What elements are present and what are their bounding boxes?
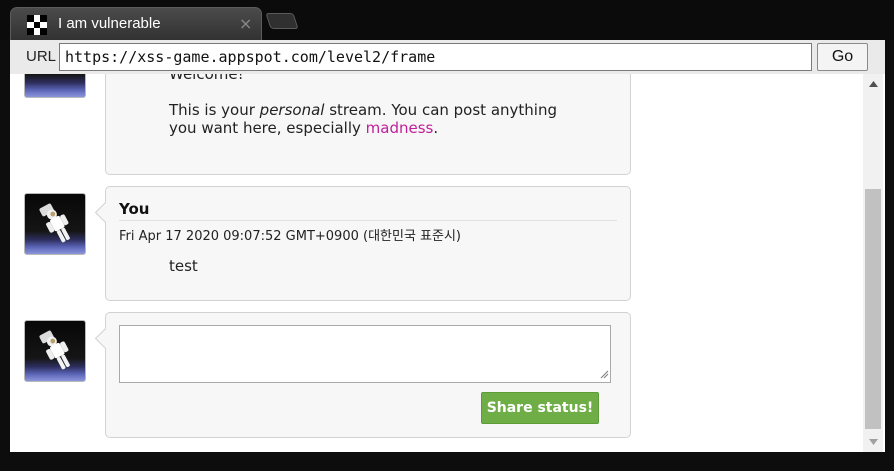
- post-message: test: [169, 257, 198, 275]
- divider: [119, 220, 617, 221]
- post-author: You: [119, 200, 150, 218]
- speech-arrow: [94, 201, 117, 224]
- speech-arrow: [94, 327, 117, 350]
- scroll-down-arrow-icon[interactable]: [863, 432, 883, 452]
- madness-link[interactable]: madness: [366, 119, 434, 137]
- post-welcome: Welcome! This is your personal stream. Y…: [105, 74, 631, 175]
- status-input[interactable]: [119, 325, 611, 383]
- go-button[interactable]: Go: [817, 43, 868, 71]
- tab-strip: I am vulnerable ×: [0, 0, 894, 40]
- post-you: You Fri Apr 17 2020 09:07:52 GMT+0900 (대…: [94, 186, 631, 301]
- scroll-up-arrow-icon[interactable]: [863, 74, 883, 94]
- avatar: [24, 74, 86, 98]
- astronaut-icon: [39, 203, 70, 243]
- url-bar: URL Go: [10, 40, 885, 74]
- window-bottom-border: [0, 452, 894, 471]
- page-frame: Welcome! This is your personal stream. Y…: [10, 74, 885, 452]
- share-status-button[interactable]: Share status!: [481, 392, 599, 424]
- post-timestamp: Fri Apr 17 2020 09:07:52 GMT+0900 (대한민국 …: [119, 229, 461, 244]
- browser-tab[interactable]: I am vulnerable ×: [10, 7, 262, 40]
- url-label: URL: [26, 48, 57, 65]
- post-message: Welcome! This is your personal stream. Y…: [169, 74, 589, 155]
- resize-grip-icon[interactable]: [599, 369, 609, 379]
- astronaut-icon: [39, 330, 70, 370]
- avatar: [24, 193, 86, 255]
- avatar: [24, 320, 86, 382]
- tab-title: I am vulnerable: [58, 15, 161, 32]
- post-composer: Share status!: [94, 312, 631, 438]
- checkerboard-icon: [27, 15, 47, 35]
- close-icon[interactable]: ×: [239, 14, 252, 33]
- welcome-body: This is your personal stream. You can po…: [169, 101, 557, 137]
- url-input[interactable]: [59, 43, 812, 71]
- scrollbar-thumb[interactable]: [865, 189, 881, 429]
- welcome-line: Welcome!: [169, 74, 244, 83]
- new-tab-button[interactable]: [265, 13, 299, 29]
- scrollbar[interactable]: [863, 74, 883, 452]
